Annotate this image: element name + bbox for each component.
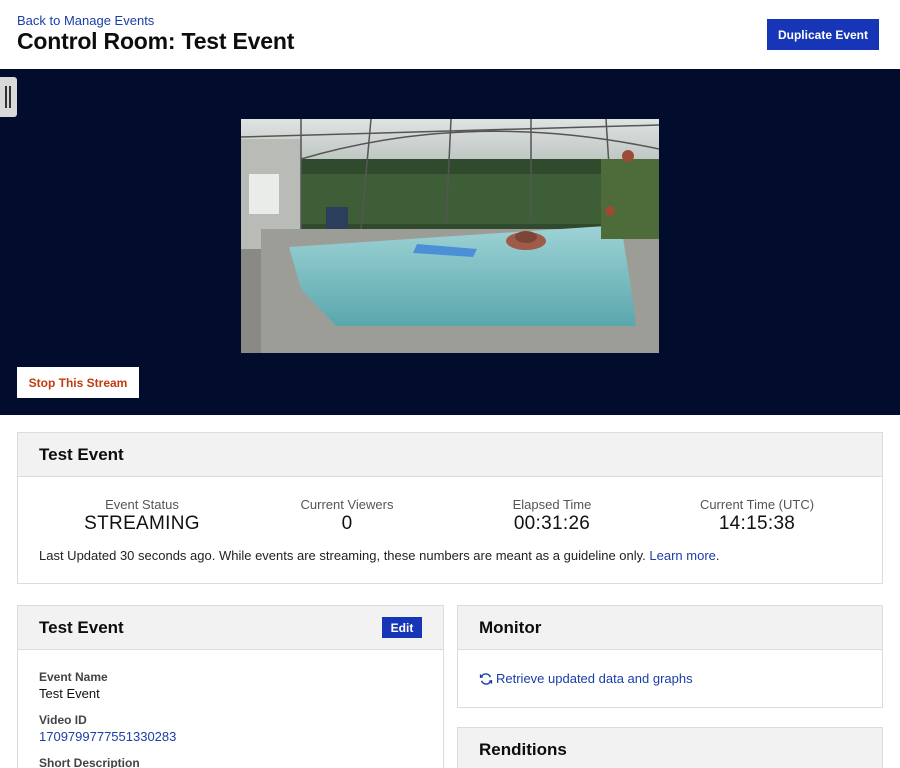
stat-label: Current Time (UTC) bbox=[699, 497, 815, 512]
monitor-card: Monitor Retrieve updated data and graphs bbox=[457, 605, 883, 708]
field-label: Video ID bbox=[39, 713, 87, 727]
learn-more-link[interactable]: Learn more bbox=[649, 548, 715, 563]
card-title: Test Event bbox=[39, 445, 124, 464]
panel-drag-handle[interactable] bbox=[0, 77, 17, 117]
retrieve-data-link[interactable]: Retrieve updated data and graphs bbox=[479, 671, 693, 686]
card-title: Renditions bbox=[479, 740, 567, 759]
page-header: Back to Manage Events Control Room: Test… bbox=[0, 0, 900, 69]
card-title: Test Event bbox=[39, 618, 124, 637]
note-period: . bbox=[715, 548, 720, 563]
stat-label: Elapsed Time bbox=[512, 497, 592, 512]
field-label: Event Name bbox=[39, 670, 108, 684]
card-header: Test Event bbox=[18, 433, 882, 477]
stat-event-status: Event Status STREAMING bbox=[42, 497, 242, 535]
stat-value: 0 bbox=[341, 513, 353, 534]
stat-elapsed-time: Elapsed Time 00:31:26 bbox=[452, 497, 652, 535]
field-value: Test Event bbox=[39, 686, 100, 701]
event-details-card: Test Event Edit Event Name Test Event Vi… bbox=[17, 605, 444, 768]
card-title: Monitor bbox=[479, 618, 542, 637]
duplicate-event-button[interactable]: Duplicate Event bbox=[767, 19, 879, 50]
field-event-name: Event Name Test Event bbox=[39, 670, 108, 701]
stat-value: STREAMING bbox=[84, 513, 200, 534]
video-player-area: Stop This Stream bbox=[0, 69, 900, 415]
page-title: Control Room: Test Event bbox=[17, 28, 295, 54]
renditions-card: Renditions bbox=[457, 727, 883, 768]
retrieve-data-label: Retrieve updated data and graphs bbox=[496, 671, 693, 686]
field-video-id: Video ID 1709799777551330283 bbox=[39, 713, 176, 744]
stop-stream-button[interactable]: Stop This Stream bbox=[17, 367, 139, 398]
stat-current-time: Current Time (UTC) 14:15:38 bbox=[657, 497, 857, 535]
handle-grip-icon bbox=[9, 86, 11, 108]
event-status-card: Test Event Event Status STREAMING Curren… bbox=[17, 432, 883, 584]
pool-video-frame-image bbox=[241, 119, 659, 353]
field-short-description: Short Description bbox=[39, 756, 140, 768]
handle-grip-icon bbox=[5, 86, 7, 108]
stat-value: 00:31:26 bbox=[513, 513, 591, 534]
refresh-icon bbox=[479, 672, 493, 685]
video-id-link[interactable]: 1709799777551330283 bbox=[39, 729, 176, 744]
field-label: Short Description bbox=[39, 756, 140, 768]
note-text: Last Updated 30 seconds ago. While event… bbox=[39, 548, 646, 563]
last-updated-note: Last Updated 30 seconds ago. While event… bbox=[39, 548, 720, 563]
card-header: Test Event Edit bbox=[18, 606, 443, 650]
stat-label: Current Viewers bbox=[300, 497, 394, 512]
stat-label: Event Status bbox=[105, 497, 179, 512]
live-video-preview[interactable] bbox=[241, 119, 659, 353]
stat-value: 14:15:38 bbox=[718, 513, 796, 534]
card-header: Renditions bbox=[458, 728, 882, 768]
stat-current-viewers: Current Viewers 0 bbox=[247, 497, 447, 535]
edit-event-button[interactable]: Edit bbox=[382, 617, 422, 638]
card-header: Monitor bbox=[458, 606, 882, 650]
back-to-manage-events-link[interactable]: Back to Manage Events bbox=[17, 13, 154, 28]
